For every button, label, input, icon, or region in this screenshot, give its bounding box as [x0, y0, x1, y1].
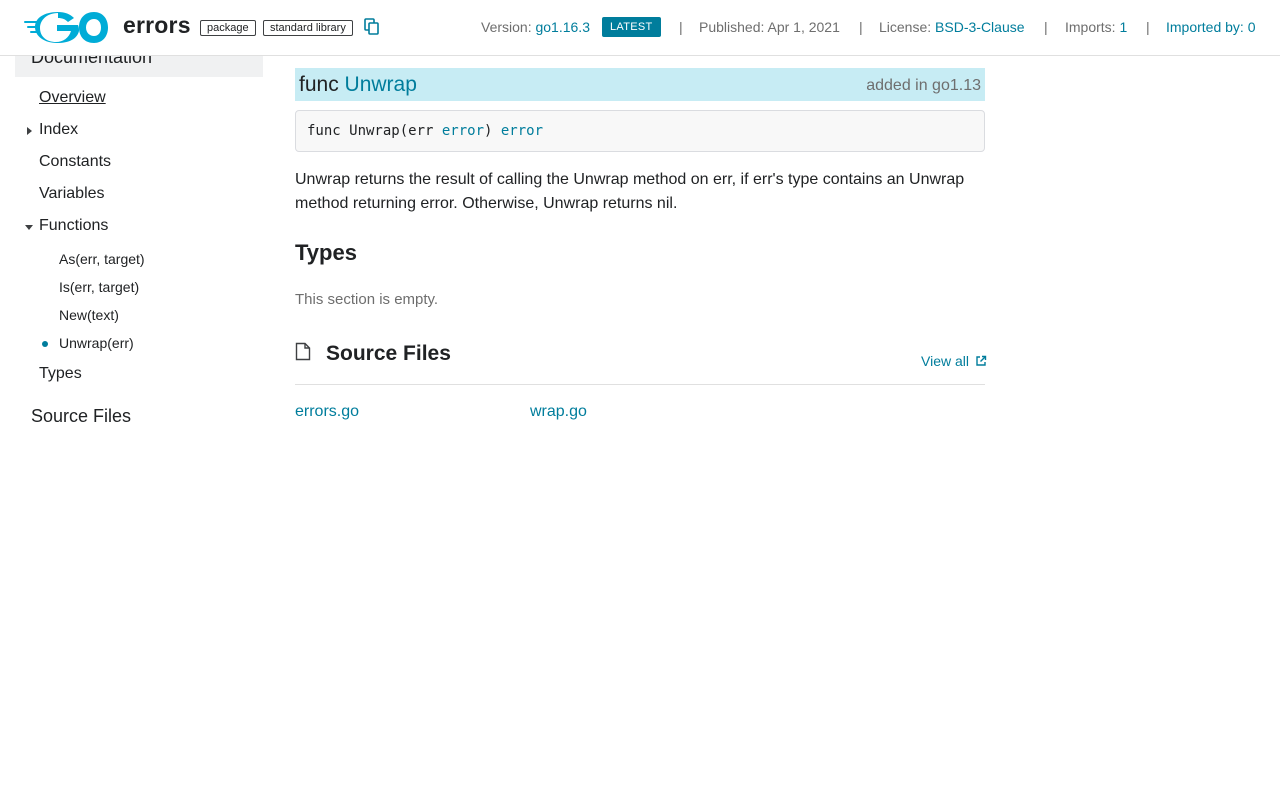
source-file-link[interactable]: errors.go [295, 403, 359, 421]
active-item-bullet [42, 341, 48, 347]
license-link[interactable]: BSD-3-Clause [935, 19, 1024, 35]
function-signature-code: func Unwrap(err error) error [295, 110, 985, 152]
imports-label: Imports: [1065, 19, 1116, 35]
latest-badge[interactable]: LATEST [602, 17, 661, 37]
source-files-divider [295, 384, 985, 385]
function-description: Unwrap returns the result of calling the… [295, 171, 965, 212]
source-file-link[interactable]: wrap.go [530, 403, 587, 421]
sidebar-source-files[interactable]: Source Files [31, 406, 131, 427]
function-title: func Unwrap [299, 73, 417, 97]
sidebar-subitem-is[interactable]: Is(err, target) [59, 279, 139, 295]
sidebar-item-index[interactable]: Index [39, 121, 78, 139]
separator: | [1146, 19, 1150, 35]
separator: | [679, 19, 683, 35]
sidebar-item-overview[interactable]: Overview [39, 89, 106, 107]
code-mid: ) [484, 123, 501, 139]
sidebar-item-functions[interactable]: Functions [39, 217, 108, 235]
function-header-bar: func Unwrap added in go1.13 [295, 68, 985, 101]
imports-info: Imports: 1 [1065, 19, 1127, 35]
sidebar-subitem-unwrap[interactable]: Unwrap(err) [59, 335, 134, 351]
published-date: Published: Apr 1, 2021 [699, 19, 840, 35]
added-in-version: added in go1.13 [866, 77, 981, 94]
sidebar-subitem-as[interactable]: As(err, target) [59, 251, 145, 267]
version-info: Version: go1.16.3 [481, 19, 590, 35]
sidebar: Documentation Overview Index Constants V… [0, 0, 280, 800]
func-keyword: func [299, 73, 339, 96]
package-name: errors [123, 12, 191, 38]
chevron-right-icon[interactable] [24, 126, 34, 136]
copy-icon[interactable] [364, 18, 380, 36]
license-info: License: BSD-3-Clause [879, 19, 1025, 35]
source-files-heading: Source Files [326, 342, 451, 365]
sidebar-item-types[interactable]: Types [39, 365, 82, 383]
imported-by-link[interactable]: Imported by: 0 [1166, 19, 1256, 35]
package-header: errors package standard library Version:… [0, 0, 1280, 56]
types-heading: Types [295, 240, 357, 265]
version-link[interactable]: go1.16.3 [535, 19, 590, 35]
code-prefix: func Unwrap(err [307, 123, 442, 139]
param-type-link[interactable]: error [442, 123, 484, 139]
sidebar-item-constants[interactable]: Constants [39, 153, 111, 171]
chevron-down-icon[interactable] [24, 222, 34, 232]
types-empty-note: This section is empty. [295, 291, 439, 308]
file-icon [295, 342, 311, 361]
external-link-icon[interactable] [975, 355, 987, 367]
separator: | [859, 19, 863, 35]
signature-line: func Unwrap(err error) error [307, 123, 543, 139]
function-name-link[interactable]: Unwrap [345, 73, 417, 96]
sidebar-subitem-new[interactable]: New(text) [59, 307, 119, 323]
view-all-link[interactable]: View all [921, 353, 969, 369]
version-label: Version: [481, 19, 532, 35]
go-logo-icon[interactable] [24, 12, 108, 43]
license-label: License: [879, 19, 932, 35]
sidebar-item-variables[interactable]: Variables [39, 185, 105, 203]
standard-library-chip: standard library [263, 20, 353, 36]
separator: | [1044, 19, 1048, 35]
imports-link[interactable]: 1 [1119, 19, 1127, 35]
package-chip: package [200, 20, 256, 36]
return-type-link[interactable]: error [501, 123, 543, 139]
